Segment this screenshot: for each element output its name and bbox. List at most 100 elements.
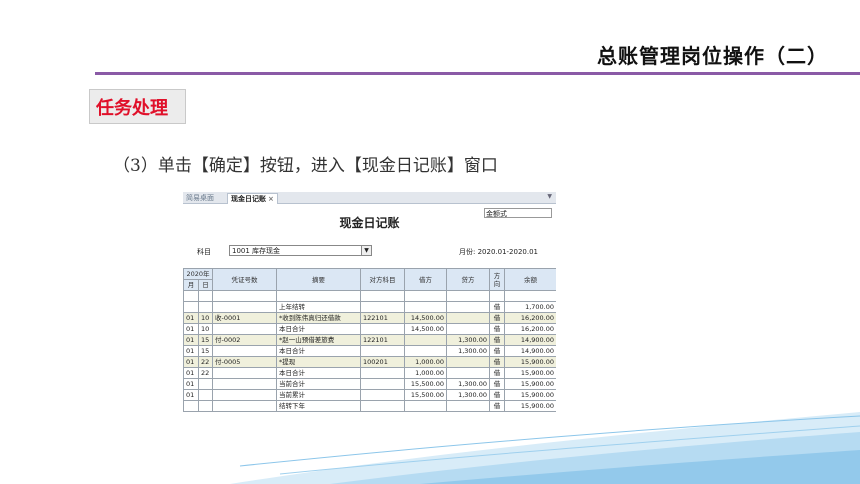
credit-header[interactable]: 贷方 [446, 268, 491, 291]
cell-direction: 借 [489, 333, 506, 346]
cell-day [197, 290, 214, 302]
cell-voucher[interactable]: 付-0005 [212, 355, 278, 368]
cell-credit [446, 322, 491, 335]
table-row[interactable]: 01 22 付-0005 *提现 100201 1,000.00 借 15,900.00 [183, 355, 556, 368]
cell-direction: 借 [489, 355, 506, 368]
cell-debit: 14,500.00 [404, 311, 448, 324]
tab-label: 现金日记账 [231, 195, 266, 203]
year-header: 2020年 [183, 268, 214, 280]
table-row[interactable]: 01 15 付-0002 *赵一山预借差旅费 122101 1,300.00 借 14,900… [183, 333, 556, 346]
cell-credit: 1,300.00 [446, 344, 491, 357]
cell-debit [404, 333, 448, 346]
cell-credit [446, 355, 491, 368]
table-row[interactable]: 上年结转 借 1,700.00 [183, 300, 556, 313]
cell-voucher [212, 344, 278, 357]
cell-voucher[interactable]: 付-0002 [212, 333, 278, 346]
cell-month: 01 [183, 311, 199, 324]
cell-counter: 122101 [360, 311, 406, 324]
cell-direction: 借 [489, 311, 506, 324]
chevron-down-icon[interactable]: ▼ [361, 246, 371, 255]
table-header-row: 2020年 凭证号数 摘要 对方科目 借方 贷方 方向 余额 [183, 268, 556, 291]
cell-day: 10 [197, 311, 214, 324]
table-row[interactable] [183, 290, 556, 302]
summary-header[interactable]: 摘要 [276, 268, 362, 291]
subject-value: 1001 库存现金 [232, 247, 281, 255]
title-divider [95, 72, 860, 75]
debit-header[interactable]: 借方 [404, 268, 448, 291]
counter-account-header[interactable]: 对方科目 [360, 268, 406, 291]
balance-header[interactable]: 余额 [504, 268, 556, 291]
cell-day: 15 [197, 344, 214, 357]
task-label-box: 任务处理 [89, 89, 186, 124]
cell-month [183, 300, 199, 313]
table-row[interactable]: 01 10 本日合计 14,500.00 借 16,200.00 [183, 322, 556, 335]
cell-debit: 1,000.00 [404, 355, 448, 368]
cell-day: 15 [197, 333, 214, 346]
cell-counter: 100201 [360, 355, 406, 368]
cell-day [197, 300, 214, 313]
cell-month: 01 [183, 355, 199, 368]
cell-summary: *赵一山预借差旅费 [276, 333, 362, 346]
decorative-wave [230, 412, 860, 484]
subject-select[interactable]: 1001 库存现金 ▼ [229, 245, 372, 256]
tab-dropdown-icon[interactable]: ▼ [547, 193, 552, 200]
cell-counter [360, 300, 406, 313]
cell-summary: 本日合计 [276, 322, 362, 335]
task-label: 任务处理 [96, 98, 168, 119]
cell-direction [489, 290, 506, 302]
cell-month: 01 [183, 333, 199, 346]
cell-month [183, 290, 199, 302]
day-header: 日 [197, 279, 214, 291]
cell-credit [446, 290, 491, 302]
cell-debit [404, 344, 448, 357]
cell-balance [504, 290, 556, 302]
direction-header[interactable]: 方向 [489, 268, 506, 291]
period-text: 月份: 2020.01-2020.01 [459, 248, 539, 256]
cell-summary: *收到陈伟真归还借款 [276, 311, 362, 324]
cell-credit [446, 311, 491, 324]
subject-label: 科目 [197, 248, 211, 256]
tab-cash-journal[interactable]: 现金日记账 × [227, 193, 278, 204]
cell-summary: 本日合计 [276, 344, 362, 357]
cell-summary [276, 290, 362, 302]
slide-title: 总账管理岗位操作（二） [597, 44, 828, 68]
cell-voucher [212, 322, 278, 335]
cell-balance: 1,700.00 [504, 300, 556, 313]
cell-direction: 借 [489, 322, 506, 335]
cell-counter: 122101 [360, 333, 406, 346]
cell-summary: *提现 [276, 355, 362, 368]
close-icon[interactable]: × [268, 195, 274, 203]
month-header: 月 [183, 279, 199, 291]
cell-balance: 14,900.00 [504, 333, 556, 346]
cell-direction: 借 [489, 300, 506, 313]
cell-debit [404, 290, 448, 302]
cell-balance: 16,200.00 [504, 311, 556, 324]
cell-day: 10 [197, 322, 214, 335]
table-row[interactable]: 01 15 本日合计 1,300.00 借 14,900.00 [183, 344, 556, 357]
cell-summary: 上年结转 [276, 300, 362, 313]
cell-voucher [212, 300, 278, 313]
tab-bar: 简易桌面 现金日记账 × ▼ [183, 192, 556, 204]
cell-balance: 14,900.00 [504, 344, 556, 357]
table-row[interactable]: 01 10 收-0001 *收到陈伟真归还借款 122101 14,500.00 借 16,2… [183, 311, 556, 324]
cell-debit: 14,500.00 [404, 322, 448, 335]
tab-simple-desktop[interactable]: 简易桌面 [183, 193, 217, 203]
cell-balance: 16,200.00 [504, 322, 556, 335]
step-instruction: （3）单击【确定】按钮，进入【现金日记账】窗口 [113, 156, 498, 176]
cell-credit [446, 300, 491, 313]
cell-counter [360, 344, 406, 357]
cell-month: 01 [183, 322, 199, 335]
cell-balance: 15,900.00 [504, 355, 556, 368]
voucher-header[interactable]: 凭证号数 [212, 268, 278, 291]
cell-counter [360, 290, 406, 302]
cell-credit: 1,300.00 [446, 333, 491, 346]
cell-voucher[interactable]: 收-0001 [212, 311, 278, 324]
cell-direction: 借 [489, 344, 506, 357]
cell-month: 01 [183, 344, 199, 357]
journal-title: 现金日记账 [339, 216, 400, 230]
cell-debit [404, 300, 448, 313]
cell-voucher [212, 290, 278, 302]
cell-counter [360, 322, 406, 335]
cell-day: 22 [197, 355, 214, 368]
tab-label: 简易桌面 [186, 194, 214, 202]
